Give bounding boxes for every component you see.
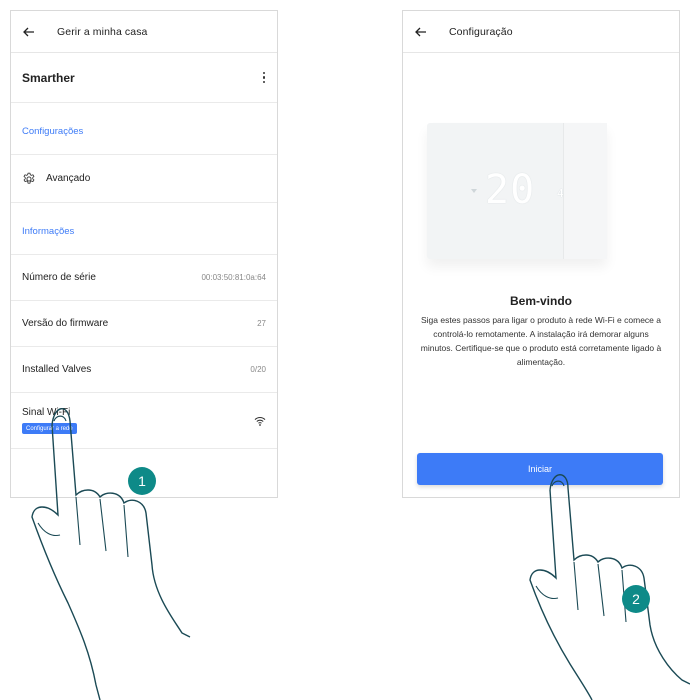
section-header-settings: Configurações bbox=[11, 103, 277, 155]
device-name: Smarther bbox=[22, 70, 75, 85]
back-arrow-icon[interactable] bbox=[23, 25, 37, 39]
installed-valves-value: 0/20 bbox=[250, 365, 266, 374]
welcome-title: Bem-vindo bbox=[509, 294, 572, 308]
thermostat-illustration: 20 4 bbox=[403, 53, 679, 259]
app-bar: Gerir a minha casa bbox=[11, 11, 277, 53]
kebab-menu-icon[interactable] bbox=[262, 71, 266, 84]
page-title: Configuração bbox=[449, 25, 513, 38]
back-arrow-icon[interactable] bbox=[415, 25, 429, 39]
thermostat-image: 20 4 bbox=[427, 123, 607, 259]
section-settings-label: Configurações bbox=[22, 126, 84, 137]
app-bar: Configuração bbox=[403, 11, 679, 53]
mode-arrow-icon bbox=[471, 189, 477, 193]
firmware-row: Versão do firmware 27 bbox=[11, 301, 277, 347]
serial-number-row: Número de série 00:03:50:81:0a:64 bbox=[11, 255, 277, 301]
configuration-screen: Configuração 20 4 Bem-vindo Siga estes p… bbox=[402, 10, 680, 498]
gear-icon bbox=[22, 172, 36, 186]
serial-number-label: Número de série bbox=[22, 272, 96, 283]
thermostat-temperature-decimal: 4 bbox=[557, 187, 564, 200]
firmware-label: Versão do firmware bbox=[22, 318, 109, 329]
installed-valves-label: Installed Valves bbox=[22, 364, 92, 375]
advanced-label: Avançado bbox=[46, 173, 91, 184]
wifi-icon bbox=[254, 416, 266, 426]
section-header-info: Informações bbox=[11, 203, 277, 255]
device-row: Smarther bbox=[11, 53, 277, 103]
pointing-hand-icon bbox=[31, 408, 191, 700]
section-info-label: Informações bbox=[22, 226, 75, 237]
thermostat-temperature: 20 bbox=[485, 167, 536, 213]
firmware-value: 27 bbox=[257, 319, 266, 328]
page-title: Gerir a minha casa bbox=[57, 25, 148, 38]
advanced-row[interactable]: Avançado bbox=[11, 155, 277, 203]
welcome-text: Siga estes passos para ligar o produto à… bbox=[420, 315, 662, 367]
step-badge-1: 1 bbox=[128, 467, 156, 495]
pointing-hand-icon bbox=[529, 474, 690, 700]
step-badge-2: 2 bbox=[622, 585, 650, 613]
serial-number-value: 00:03:50:81:0a:64 bbox=[201, 273, 266, 282]
